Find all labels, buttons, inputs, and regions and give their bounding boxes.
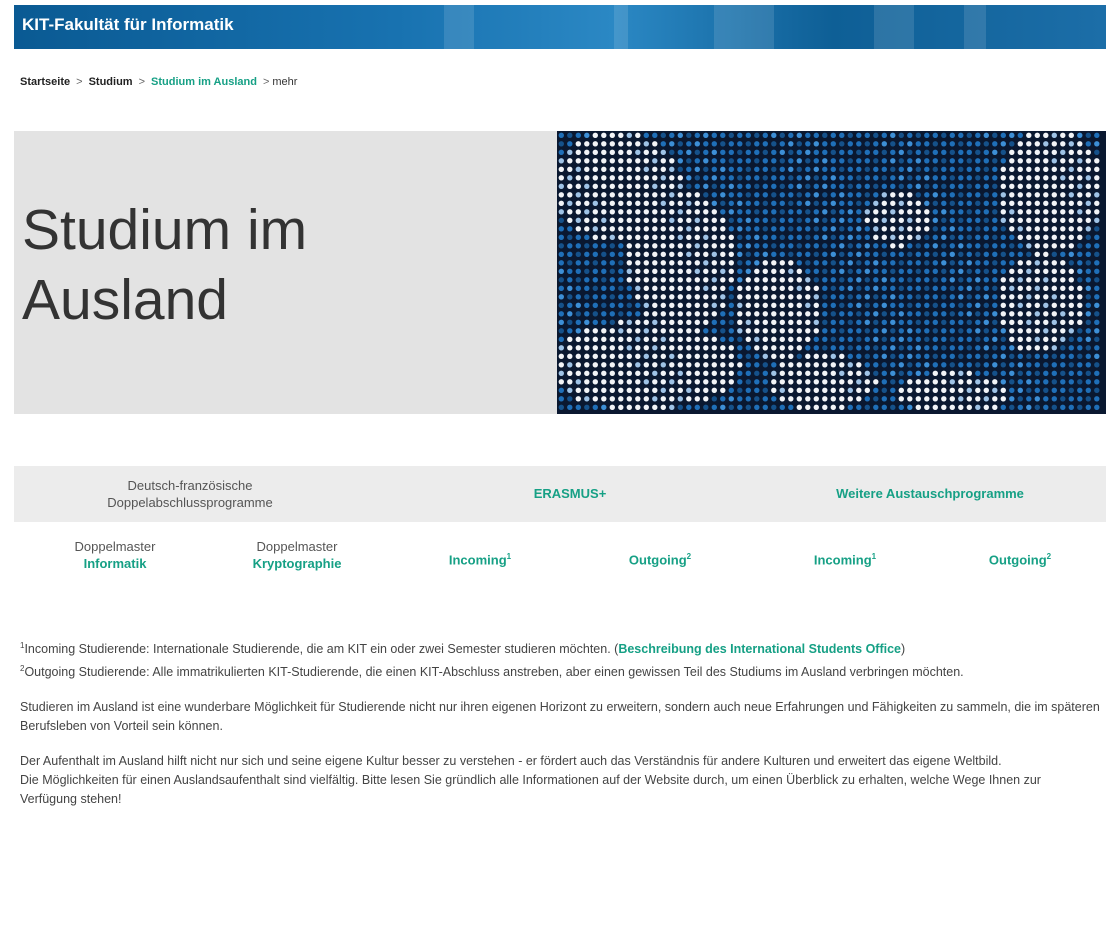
breadcrumb-studium-im-ausland[interactable]: Studium im Ausland xyxy=(151,76,257,88)
breadcrumb-separator: > xyxy=(76,76,83,88)
breadcrumb-separator: > xyxy=(262,76,270,88)
page-title-line2: Ausland xyxy=(22,268,228,332)
footnote-ref-1: 1 xyxy=(871,552,877,561)
program-doppelmaster-kryptographie[interactable]: Doppelmaster Kryptographie xyxy=(222,538,372,572)
program-group-label-line1: Deutsch-französische xyxy=(127,478,253,493)
header-decoration xyxy=(874,5,914,49)
breadcrumb: Startseite > Studium > Studium im Ausland > me… xyxy=(20,76,297,88)
culture-paragraph: Der Aufenthalt im Ausland hilft nicht nu… xyxy=(20,754,1002,769)
program-link-kryptographie[interactable]: Kryptographie xyxy=(253,556,342,571)
program-group-weitere[interactable]: Weitere Austauschprogramme xyxy=(760,485,1100,502)
program-label: Doppelmaster xyxy=(74,539,156,554)
page-content: 1Incoming Studierende: Internationale St… xyxy=(20,636,1100,809)
intro-paragraph: Studieren im Ausland ist eine wunderbare… xyxy=(20,700,1100,734)
program-group-deutsch-franzoesisch: Deutsch-französische Doppelabschlussprog… xyxy=(55,477,325,511)
erasmus-outgoing-link[interactable]: Outgoing2 xyxy=(580,548,740,568)
footnote-outgoing: 2Outgoing Studierende: Alle immatrikulie… xyxy=(20,659,1100,682)
breadcrumb-separator: > xyxy=(138,76,146,88)
erasmus-outgoing-label: Outgoing xyxy=(628,552,687,568)
program-label: Doppelmaster xyxy=(256,539,338,554)
footnote-outgoing-text: Outgoing Studierende: Alle immatrikulier… xyxy=(24,665,964,680)
site-header: KIT-Fakultät für Informatik xyxy=(14,5,1106,49)
page-title-line1: Studium im xyxy=(22,198,308,262)
options-paragraph: Die Möglichkeiten für einen Auslandsaufe… xyxy=(20,773,1041,807)
breadcrumb-home[interactable]: Startseite xyxy=(20,76,70,88)
footnote-close-paren: ) xyxy=(901,642,906,657)
footnote-ref-2: 2 xyxy=(1046,552,1052,561)
page-title: Studium im Ausland xyxy=(22,195,307,335)
weitere-incoming-label: Incoming xyxy=(813,552,872,568)
header-decoration xyxy=(444,5,474,49)
erasmus-incoming-label: Incoming xyxy=(448,552,507,568)
footnote-ref-1: 1 xyxy=(506,552,512,561)
program-doppelmaster-informatik[interactable]: Doppelmaster Informatik xyxy=(40,538,190,572)
world-map-dots xyxy=(558,132,1100,410)
breadcrumb-studium[interactable]: Studium xyxy=(89,76,133,88)
footnote-incoming: 1Incoming Studierende: Internationale St… xyxy=(20,636,1100,659)
program-link-informatik[interactable]: Informatik xyxy=(84,556,147,571)
program-group-erasmus[interactable]: ERASMUS+ xyxy=(480,485,660,502)
weitere-incoming-link[interactable]: Incoming1 xyxy=(765,548,925,568)
hero-world-map-image xyxy=(557,131,1106,414)
site-title[interactable]: KIT-Fakultät für Informatik xyxy=(22,15,234,35)
program-group-label-line2: Doppelabschlussprogramme xyxy=(107,495,273,510)
weitere-outgoing-label: Outgoing xyxy=(988,552,1047,568)
weitere-outgoing-link[interactable]: Outgoing2 xyxy=(940,548,1100,568)
footnote-ref-2: 2 xyxy=(686,552,692,561)
footnote-incoming-text: Incoming Studierende: Internationale Stu… xyxy=(24,642,619,657)
international-students-office-link[interactable]: Beschreibung des International Students … xyxy=(618,642,901,656)
header-decoration xyxy=(964,5,986,49)
header-decoration xyxy=(614,5,628,49)
header-decoration xyxy=(714,5,774,49)
erasmus-incoming-link[interactable]: Incoming1 xyxy=(400,548,560,568)
breadcrumb-more[interactable]: mehr xyxy=(272,76,297,88)
hero-title-panel: Studium im Ausland xyxy=(14,131,557,414)
